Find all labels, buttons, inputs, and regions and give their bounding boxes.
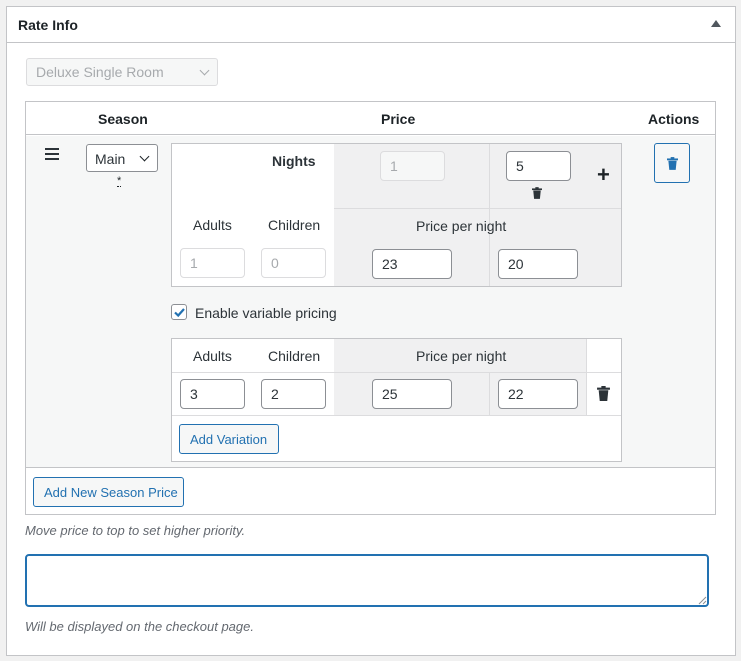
delete-variation-icon[interactable] xyxy=(597,386,610,401)
chevron-down-icon xyxy=(139,151,150,162)
column-header-price: Price xyxy=(381,111,416,127)
room-type-select-value: Deluxe Single Room xyxy=(36,64,164,80)
nights-to-input[interactable]: 5 xyxy=(506,151,571,181)
column-header-season: Season xyxy=(98,111,148,127)
column-header-actions: Actions xyxy=(648,111,700,127)
enable-variable-pricing-checkbox[interactable] xyxy=(171,304,187,320)
price-per-night-input[interactable]: 23 xyxy=(372,249,452,279)
price-per-night-label: Price per night xyxy=(416,218,507,234)
season-select[interactable]: Main Season xyxy=(86,144,158,172)
variation-children-input[interactable]: 2 xyxy=(261,379,326,409)
nights-from-input[interactable]: 1 xyxy=(380,151,445,181)
variation-children-label: Children xyxy=(268,348,321,364)
variation-adults-input[interactable]: 3 xyxy=(180,379,245,409)
checkout-hint: Will be displayed on the checkout page. xyxy=(25,619,254,634)
variations-grid-divider xyxy=(172,415,621,416)
add-variation-button[interactable]: Add Variation xyxy=(179,424,279,454)
delete-season-button[interactable] xyxy=(654,143,690,183)
required-marker: * xyxy=(117,175,122,187)
add-nights-icon[interactable]: + xyxy=(597,164,610,186)
collapse-toggle-icon[interactable] xyxy=(711,20,721,27)
price-grid-divider xyxy=(489,144,490,286)
adults-label: Adults xyxy=(193,217,232,233)
resize-handle-icon[interactable] xyxy=(697,595,707,605)
variation-adults-label: Adults xyxy=(193,348,232,364)
price-per-night-input[interactable]: 20 xyxy=(498,249,578,279)
variations-grid-divider xyxy=(586,339,587,415)
add-new-season-price-button[interactable]: Add New Season Price xyxy=(33,477,184,507)
checkmark-icon xyxy=(174,308,185,318)
variations-grid-divider xyxy=(172,372,621,373)
variation-price-input[interactable]: 22 xyxy=(498,379,578,409)
drag-handle-icon[interactable] xyxy=(45,148,59,160)
nights-label: Nights xyxy=(272,153,316,169)
delete-nights-icon[interactable] xyxy=(532,187,542,199)
season-select-value: Main Season xyxy=(95,151,129,167)
children-input[interactable]: 0 xyxy=(261,248,326,278)
chevron-down-icon xyxy=(199,65,210,76)
room-type-select[interactable]: Deluxe Single Room xyxy=(26,58,218,86)
metabox-header xyxy=(7,7,735,43)
trash-icon xyxy=(667,157,678,170)
variations-grid-divider xyxy=(489,372,490,415)
priority-hint: Move price to top to set higher priority… xyxy=(25,523,246,538)
description-textarea[interactable] xyxy=(25,554,709,607)
price-grid-divider xyxy=(334,208,621,209)
children-label: Children xyxy=(268,217,321,233)
enable-variable-pricing-label[interactable]: Enable variable pricing xyxy=(195,305,337,321)
adults-input[interactable]: 1 xyxy=(180,248,245,278)
variation-price-per-night-label: Price per night xyxy=(416,348,507,364)
metabox-title: Rate Info xyxy=(18,17,78,33)
variation-price-input[interactable]: 25 xyxy=(372,379,452,409)
